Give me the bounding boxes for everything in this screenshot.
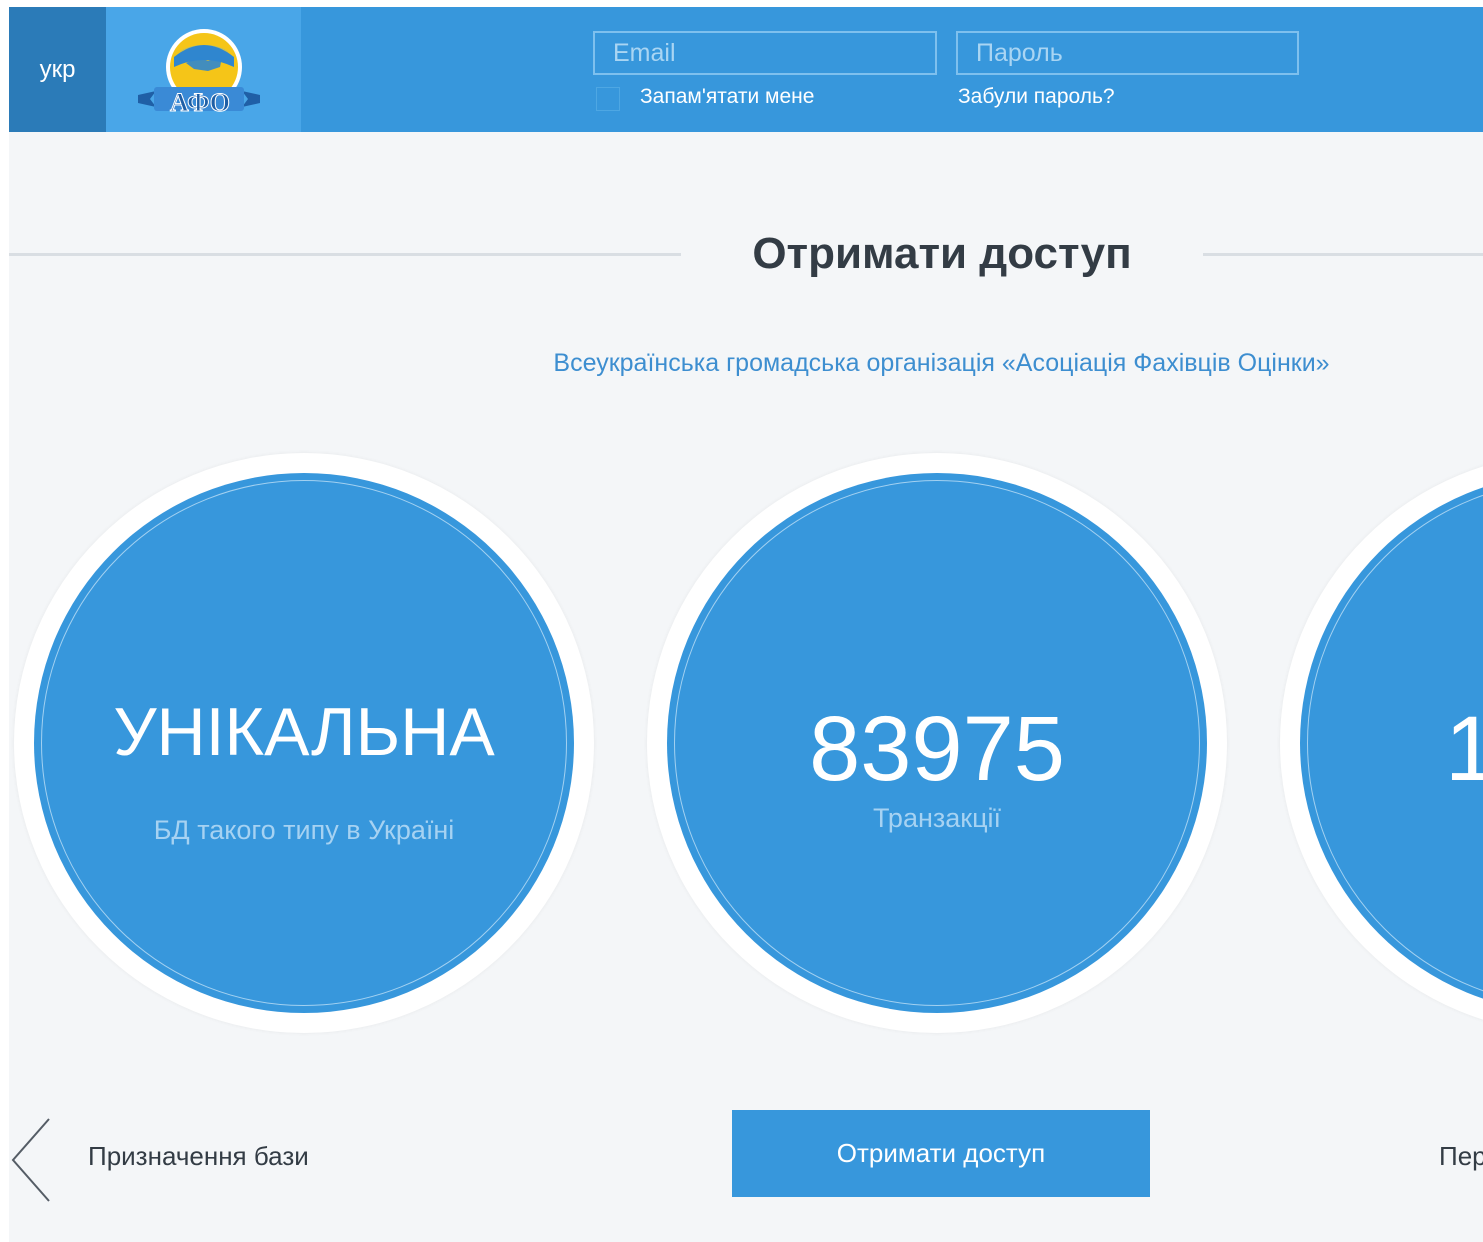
stat-circle-third: 1 <box>1280 453 1483 1033</box>
stat-value: 1 <box>1445 698 1483 800</box>
stat-circle-fill: УНІКАЛЬНА БД такого типу в Україні <box>34 473 574 1013</box>
logo[interactable]: АФО <box>106 7 301 132</box>
stat-circle-fill: 83975 Транзакції <box>667 473 1207 1013</box>
logo-text-graphic: АФО <box>169 88 230 118</box>
stat-circle-transactions: 83975 Транзакції <box>647 453 1227 1033</box>
forgot-password-link[interactable]: Забули пароль? <box>958 85 1115 109</box>
chevron-left-icon[interactable] <box>9 1115 59 1205</box>
organization-subtitle: Всеукраїнська громадська організація «Ас… <box>553 349 1330 377</box>
stat-label: БД такого типу в Україні <box>153 815 455 845</box>
title-divider-left <box>9 253 681 256</box>
email-input[interactable] <box>593 31 937 75</box>
page-title: Отримати доступ <box>752 229 1132 278</box>
remember-checkbox[interactable] <box>596 87 620 111</box>
stat-label: Транзакції <box>872 803 1002 833</box>
svg-text:АФО: АФО <box>170 88 230 117</box>
stat-circle-fill: 1 <box>1300 473 1483 1013</box>
stat-circle-unique: УНІКАЛЬНА БД такого типу в Україні <box>14 453 594 1033</box>
get-access-button[interactable]: Отримати доступ <box>732 1110 1150 1197</box>
prev-slide-label[interactable]: Призначення бази <box>88 1141 309 1172</box>
remember-label: Запам'ятати мене <box>640 85 815 108</box>
header: укр АФО Запам'ятати мене Забули п <box>9 7 1483 132</box>
stat-value: УНІКАЛЬНА <box>113 694 495 770</box>
stat-value: 83975 <box>809 698 1065 800</box>
language-switcher[interactable]: укр <box>9 7 106 132</box>
title-divider-right <box>1203 253 1483 256</box>
page: укр АФО Запам'ятати мене Забули п <box>9 7 1483 1242</box>
next-slide-label[interactable]: Пер <box>1439 1141 1483 1172</box>
password-input[interactable] <box>956 31 1299 75</box>
